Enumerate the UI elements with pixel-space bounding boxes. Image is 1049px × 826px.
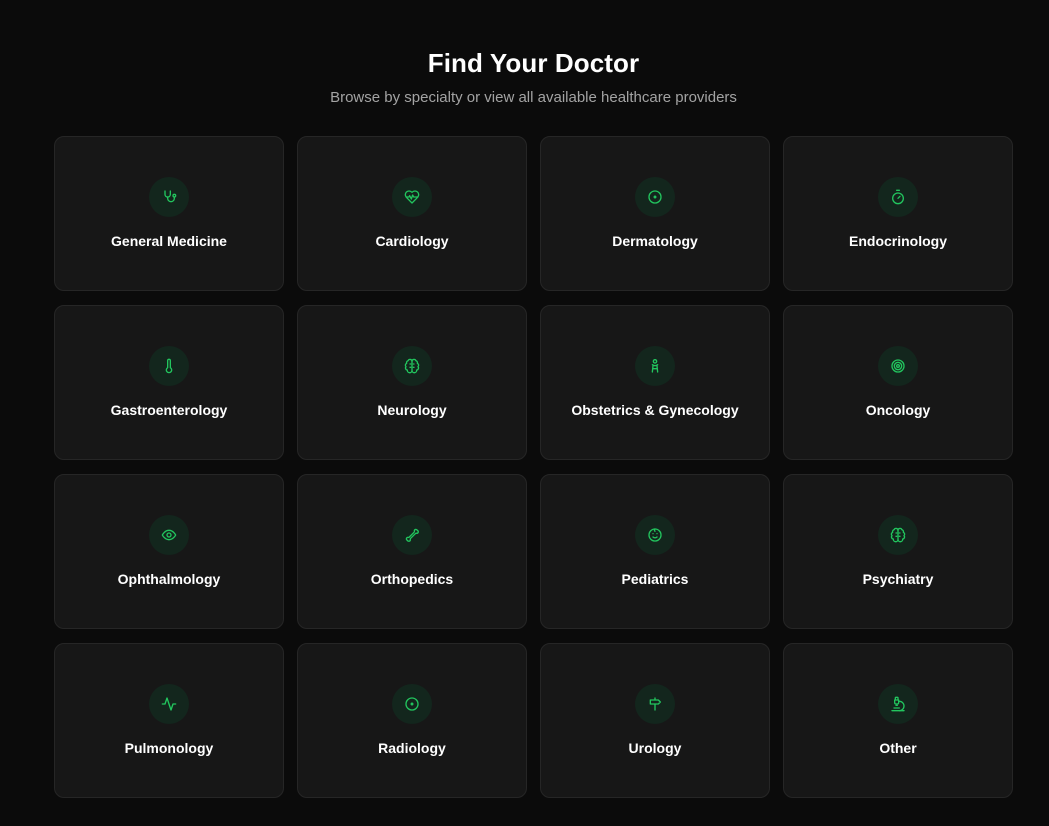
- specialty-card-general-medicine[interactable]: General Medicine: [54, 136, 284, 291]
- specialty-card-radiology[interactable]: Radiology: [297, 643, 527, 798]
- activity-icon: [149, 684, 189, 724]
- page-subtitle: Browse by specialty or view all availabl…: [330, 89, 737, 106]
- specialty-grid: General Medicine Cardiology Dermatology …: [54, 136, 1013, 798]
- timer-icon: [878, 177, 918, 217]
- heart-pulse-icon: [392, 177, 432, 217]
- specialty-card-ophthalmology[interactable]: Ophthalmology: [54, 474, 284, 629]
- specialty-label: Radiology: [378, 740, 446, 756]
- specialty-card-pulmonology[interactable]: Pulmonology: [54, 643, 284, 798]
- specialty-label: Psychiatry: [862, 571, 934, 587]
- find-doctor-page: Find Your Doctor Browse by specialty or …: [0, 0, 1049, 826]
- specialty-card-psychiatry[interactable]: Psychiatry: [783, 474, 1013, 629]
- microscope-icon: [878, 684, 918, 724]
- specialty-label: Cardiology: [375, 233, 449, 249]
- specialty-card-urology[interactable]: Urology: [540, 643, 770, 798]
- page-title: Find Your Doctor: [427, 48, 640, 78]
- specialty-card-neurology[interactable]: Neurology: [297, 305, 527, 460]
- specialty-label: Dermatology: [612, 233, 698, 249]
- circle-dot-icon: [635, 177, 675, 217]
- specialty-card-pediatrics[interactable]: Pediatrics: [540, 474, 770, 629]
- specialty-label: General Medicine: [111, 233, 227, 249]
- specialty-label: Obstetrics & Gynecology: [571, 402, 739, 418]
- stethoscope-icon: [149, 177, 189, 217]
- specialty-card-other[interactable]: Other: [783, 643, 1013, 798]
- baby-icon: [635, 346, 675, 386]
- specialty-card-cardiology[interactable]: Cardiology: [297, 136, 527, 291]
- specialty-label: Pediatrics: [621, 571, 689, 587]
- bone-icon: [392, 515, 432, 555]
- specialty-label: Other: [879, 740, 917, 756]
- specialty-label: Oncology: [865, 402, 931, 418]
- specialty-card-orthopedics[interactable]: Orthopedics: [297, 474, 527, 629]
- specialty-label: Endocrinology: [849, 233, 947, 249]
- specialty-card-oncology[interactable]: Oncology: [783, 305, 1013, 460]
- specialty-card-dermatology[interactable]: Dermatology: [540, 136, 770, 291]
- thermometer-icon: [149, 346, 189, 386]
- circle-dot-icon: [392, 684, 432, 724]
- brain-icon: [878, 515, 918, 555]
- specialty-card-obstetrics-gynecology[interactable]: Obstetrics & Gynecology: [540, 305, 770, 460]
- target-icon: [878, 346, 918, 386]
- signpost-icon: [635, 684, 675, 724]
- specialty-label: Orthopedics: [370, 571, 454, 587]
- specialty-label: Ophthalmology: [117, 571, 221, 587]
- brain-icon: [392, 346, 432, 386]
- specialty-label: Gastroenterology: [110, 402, 228, 418]
- eye-icon: [149, 515, 189, 555]
- smile-icon: [635, 515, 675, 555]
- specialty-card-gastroenterology[interactable]: Gastroenterology: [54, 305, 284, 460]
- specialty-label: Pulmonology: [124, 740, 214, 756]
- specialty-label: Neurology: [377, 402, 447, 418]
- specialty-card-endocrinology[interactable]: Endocrinology: [783, 136, 1013, 291]
- specialty-label: Urology: [628, 740, 682, 756]
